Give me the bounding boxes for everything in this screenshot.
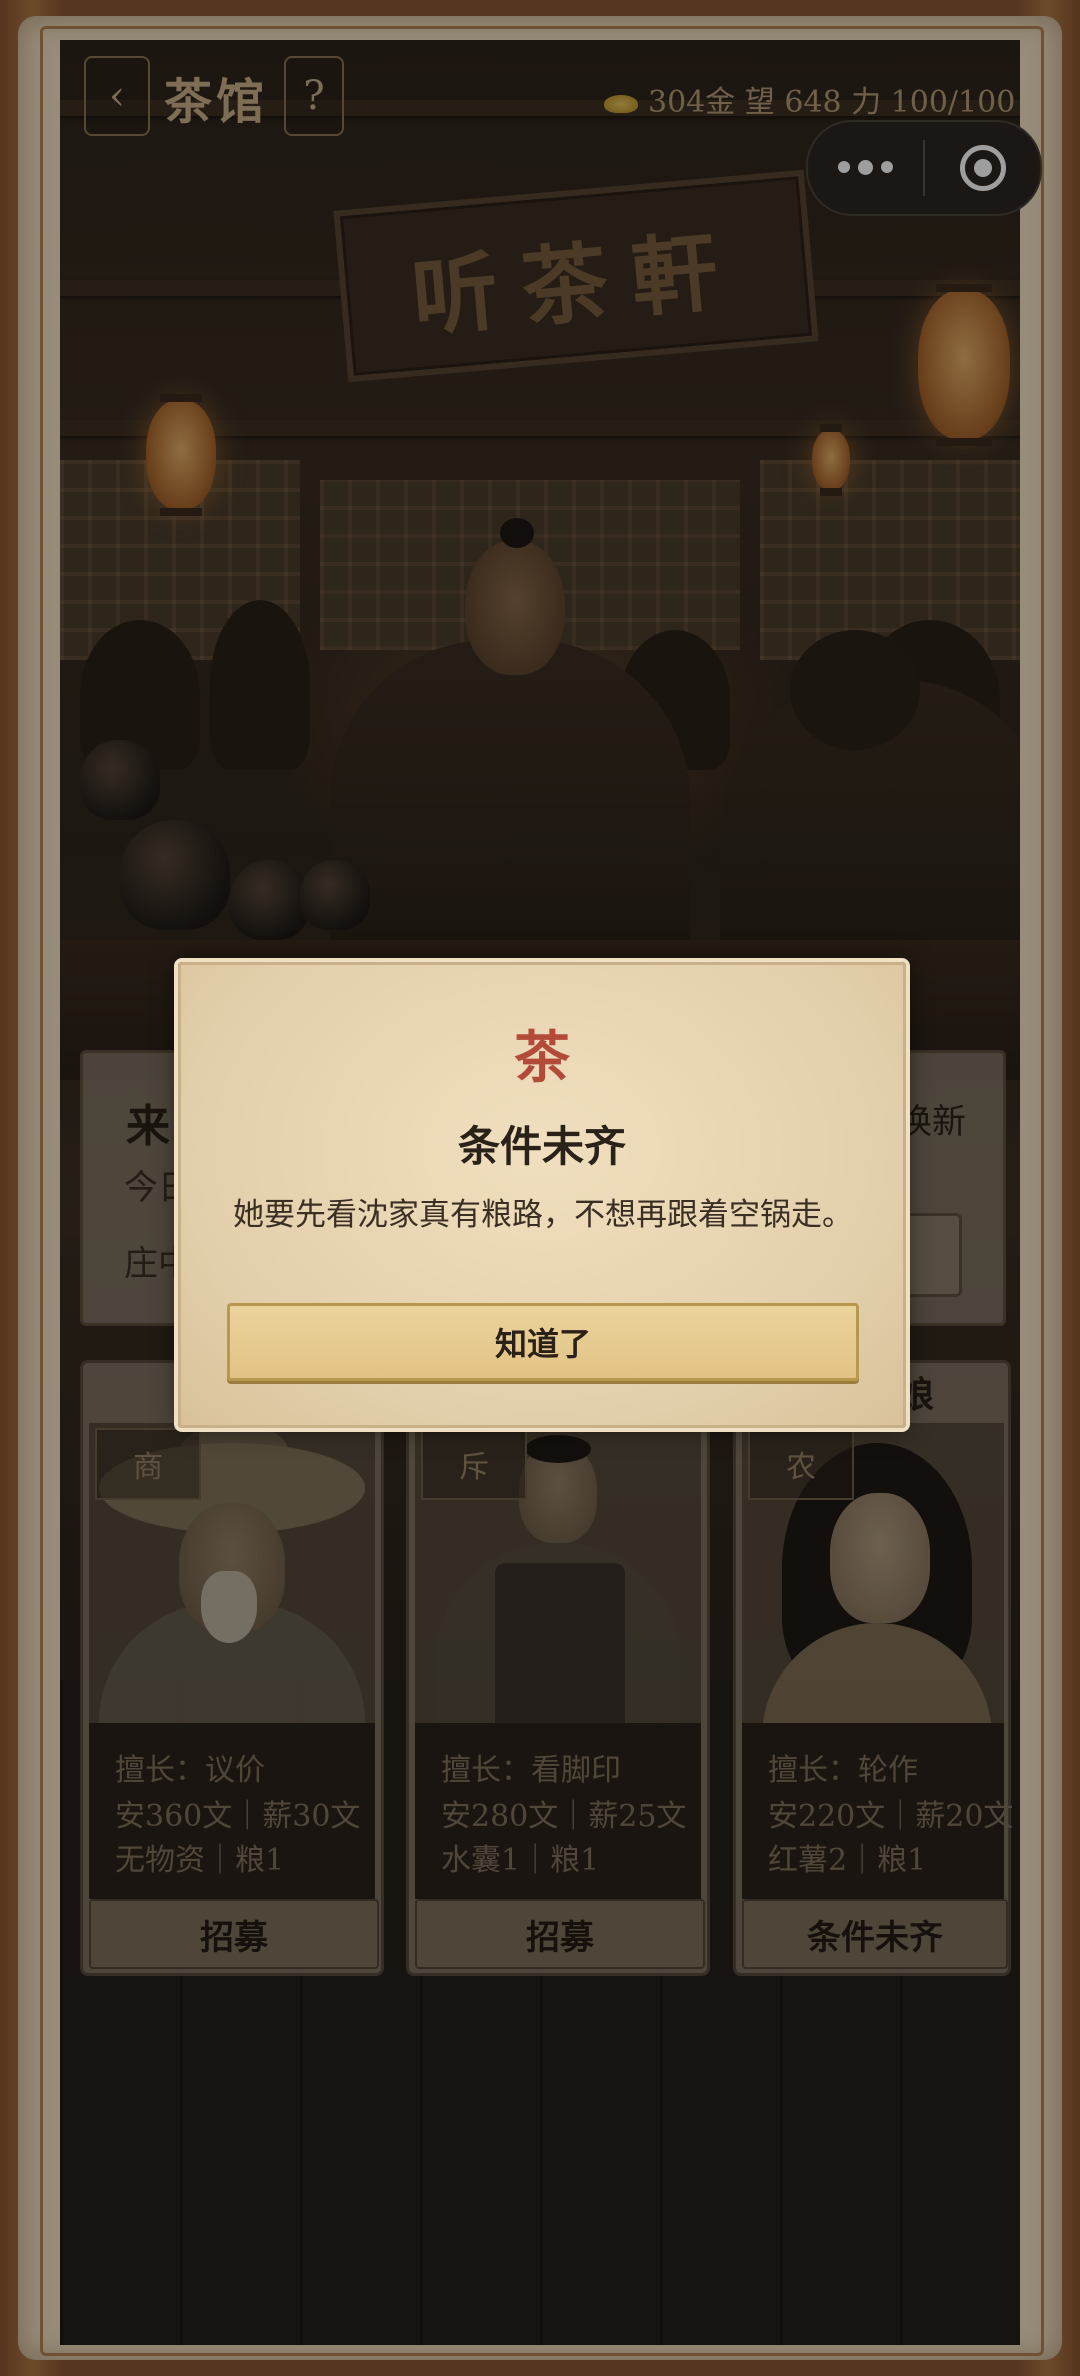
tea-glyph: 茶 — [514, 1025, 570, 1091]
acknowledge-button[interactable]: 知道了 — [227, 1303, 859, 1381]
dialog-message: 她要先看沈家真有粮路，不想再跟着空锅走。 — [233, 1197, 853, 1233]
notice-dialog: 茶 条件未齐 她要先看沈家真有粮路，不想再跟着空锅走。 知道了 — [178, 962, 906, 1428]
dialog-title: 条件未齐 — [457, 1122, 626, 1171]
